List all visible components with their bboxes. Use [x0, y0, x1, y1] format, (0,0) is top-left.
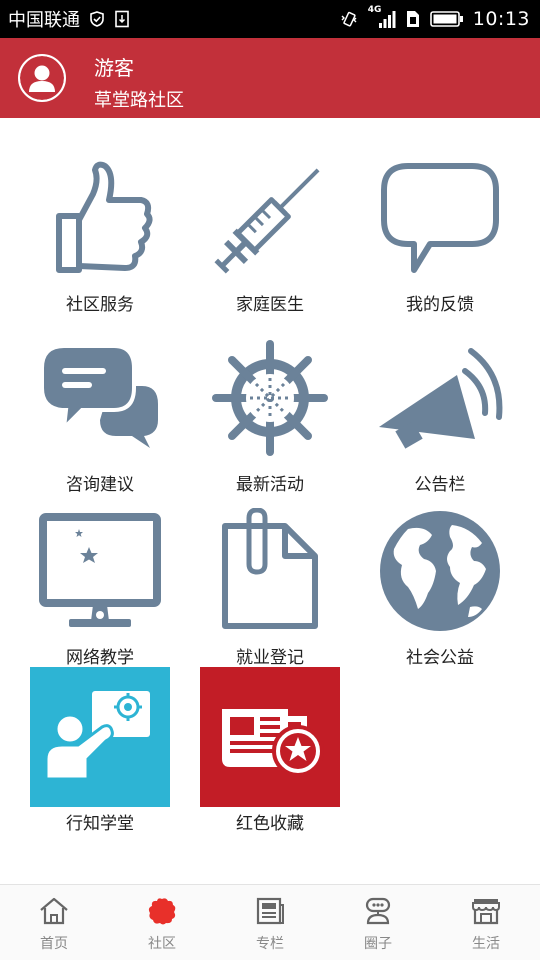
- syringe-icon: [214, 168, 320, 274]
- circle-icon: [365, 897, 391, 925]
- service-grid: 社区服务 家庭医生 我的反馈 咨询建议 最新活动 公告栏 网络教学 就业登记 社…: [0, 118, 540, 884]
- nav-item-community[interactable]: 社区: [108, 885, 216, 960]
- tile-bulletin-board[interactable]: 公告栏: [355, 328, 525, 500]
- paperclip-document-icon: [222, 508, 318, 629]
- download-icon: [114, 10, 130, 28]
- nav-label: 首页: [40, 936, 68, 952]
- tile-label: 网络教学: [66, 648, 134, 668]
- megaphone-icon: [379, 348, 503, 449]
- community-icon: [148, 898, 176, 925]
- teacher-board-icon: [30, 667, 170, 807]
- status-bar-right: 4G 10:13: [339, 5, 530, 30]
- shield-check-icon: [88, 10, 106, 28]
- speech-bubble-icon: [381, 163, 499, 273]
- user-header[interactable]: 游客 草堂路社区: [0, 38, 540, 118]
- monitor-moon-icon: [39, 513, 161, 627]
- tile-latest-activities[interactable]: 最新活动: [185, 328, 355, 500]
- tile-label: 红色收藏: [236, 814, 304, 834]
- user-icon: [20, 56, 64, 100]
- battery-icon: [429, 10, 464, 28]
- tile-label: 行知学堂: [66, 814, 134, 834]
- bottom-navigation: 首页 社区 专栏 圈子 生活: [0, 884, 540, 960]
- tile-family-doctor[interactable]: 家庭医生: [185, 148, 355, 320]
- chat-bubbles-icon: [40, 344, 158, 448]
- signal-4g-icon: 4G: [368, 5, 396, 30]
- tile-online-teaching[interactable]: 网络教学: [15, 501, 185, 673]
- nav-item-home[interactable]: 首页: [0, 885, 108, 960]
- tile-label: 社会公益: [406, 648, 474, 668]
- tile-label: 我的反馈: [406, 295, 474, 315]
- tile-red-collection[interactable]: 红色收藏: [185, 667, 355, 839]
- newspaper-icon: [256, 897, 284, 925]
- status-time: 10:13: [472, 8, 530, 30]
- tile-label: 社区服务: [66, 295, 134, 315]
- globe-icon: [380, 511, 500, 631]
- nav-item-column[interactable]: 专栏: [216, 885, 324, 960]
- tile-my-feedback[interactable]: 我的反馈: [355, 148, 525, 320]
- shop-icon: [472, 899, 500, 925]
- tile-community-service[interactable]: 社区服务: [15, 148, 185, 320]
- vibrate-icon: [339, 9, 359, 29]
- carrier-name: 中国联通: [8, 10, 80, 31]
- status-bar-left: 中国联通: [8, 8, 130, 31]
- nav-item-life[interactable]: 生活: [432, 885, 540, 960]
- home-icon: [40, 897, 68, 925]
- ship-wheel-icon: [212, 340, 328, 456]
- nav-label: 社区: [148, 936, 176, 952]
- status-bar: 中国联通 4G 10:13: [0, 0, 540, 38]
- thumbs-up-icon: [56, 161, 153, 273]
- tile-label: 公告栏: [414, 475, 466, 495]
- tile-label: 就业登记: [236, 648, 304, 668]
- tile-xingzhi-academy[interactable]: 行知学堂: [15, 667, 185, 839]
- avatar[interactable]: [18, 54, 66, 102]
- nav-label: 圈子: [364, 936, 392, 952]
- community-name: 草堂路社区: [94, 90, 184, 111]
- user-name: 游客: [94, 56, 134, 80]
- tile-label: 最新活动: [236, 475, 304, 495]
- tile-consultation[interactable]: 咨询建议: [15, 328, 185, 500]
- nav-item-circle[interactable]: 圈子: [324, 885, 432, 960]
- nav-label: 专栏: [256, 936, 284, 952]
- nav-label: 生活: [472, 936, 500, 952]
- tile-public-welfare[interactable]: 社会公益: [355, 501, 525, 673]
- newspaper-star-icon: [200, 667, 340, 807]
- tile-employment-registration[interactable]: 就业登记: [185, 501, 355, 673]
- sim-card-icon: [405, 9, 421, 29]
- tile-label: 咨询建议: [66, 475, 134, 495]
- tile-label: 家庭医生: [236, 295, 304, 315]
